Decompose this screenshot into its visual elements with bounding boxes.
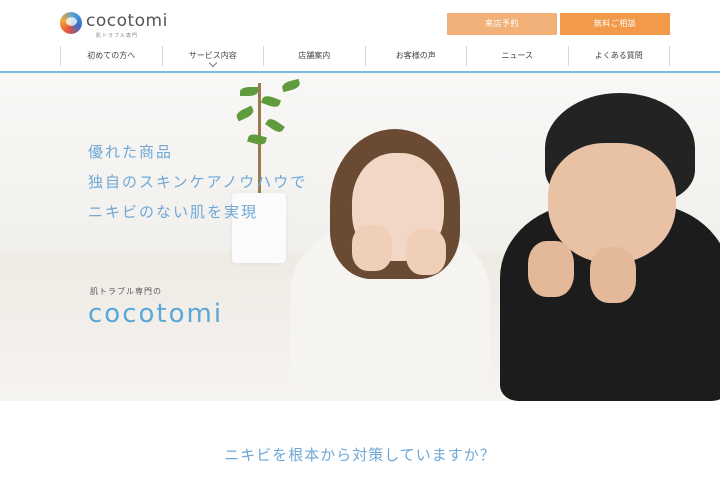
site-logo[interactable]: cocotomi 肌トラブル専門 [60,10,170,40]
section-heading: ニキビを根本から対策していますか？ [224,446,496,464]
chevron-down-icon [208,58,217,68]
nav-item-first-time[interactable]: 初めての方へ [60,46,162,66]
hero-tagline: ニキビのない肌を実現 [88,203,259,221]
nav-item-faq[interactable]: よくある質問 [567,46,670,66]
man-hand [528,241,574,297]
hero-section: 優れた商品 独自のスキンケアノウハウで ニキビのない肌を実現 肌トラブル専門の … [0,73,720,401]
main-nav: 初めての方へ サービス内容 店舗案内 お客様の声 ニュース よくある質問 [60,46,670,68]
logo-icon [60,12,82,34]
woman-hand [406,229,446,275]
free-consultation-button[interactable]: 無料ご相談 [560,13,670,35]
hero-subtitle: 肌トラブル専門の [90,287,162,296]
hero-tagline: 独自のスキンケアノウハウで [88,173,308,191]
nav-item-services[interactable]: サービス内容 [161,46,264,68]
hero-tagline: 優れた商品 [88,143,174,161]
man-hand [590,247,636,303]
plant-leaf [240,87,258,96]
logo-text: cocotomi [86,11,168,31]
nav-item-testimonials[interactable]: お客様の声 [364,46,467,66]
nav-item-stores[interactable]: 店舗案内 [263,46,365,66]
nav-item-news[interactable]: ニュース [466,46,568,66]
reserve-button[interactable]: 来店予約 [447,13,557,35]
woman-hand [352,225,392,271]
site-header: cocotomi 肌トラブル専門 来店予約 無料ご相談 初めての方へ サービス内… [0,0,720,73]
logo-subtitle: 肌トラブル専門 [96,33,139,39]
hero-brand: cocotomi [88,299,224,329]
